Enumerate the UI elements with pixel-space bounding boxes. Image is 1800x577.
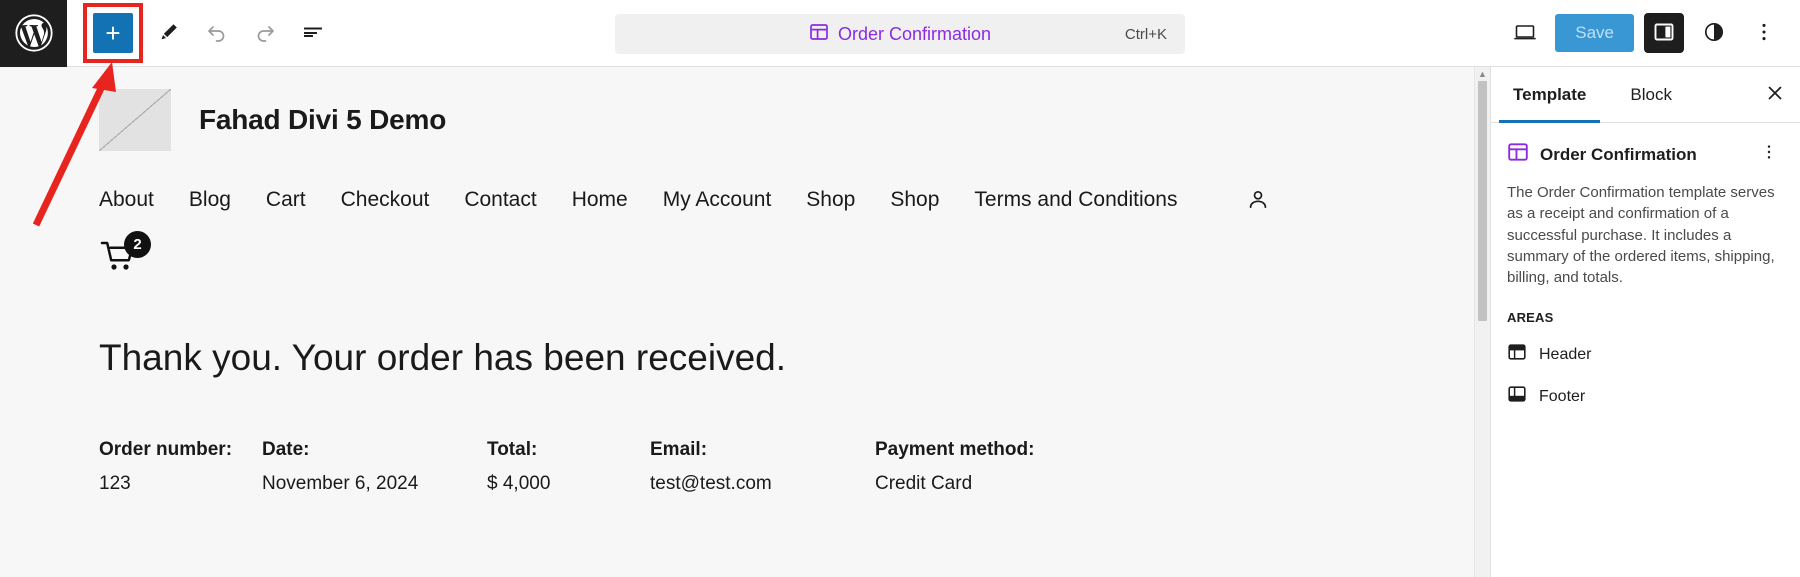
area-label-footer: Footer [1539, 387, 1586, 405]
settings-sidebar: Template Block Order Confirmation The Or… [1490, 67, 1800, 577]
area-item-header[interactable]: Header [1507, 342, 1784, 367]
sidebar-content: Order Confirmation The Order Confirmatio… [1491, 123, 1800, 409]
order-number-value: 123 [99, 473, 131, 494]
site-logo-placeholder-icon[interactable] [99, 89, 171, 151]
editor-body: Fahad Divi 5 Demo About Blog Cart Checko… [0, 67, 1800, 577]
order-date-label: Date: [262, 439, 310, 460]
order-email-label: Email: [650, 439, 708, 460]
edit-pencil-icon [157, 20, 181, 47]
add-block-highlight-annotation: + [83, 3, 143, 63]
template-icon [809, 22, 829, 47]
tab-template[interactable]: Template [1491, 67, 1608, 123]
command-bar-title: Order Confirmation [837, 23, 992, 44]
undo-icon [205, 20, 229, 47]
tab-block[interactable]: Block [1608, 67, 1694, 122]
nav-item-checkout[interactable]: Checkout [341, 188, 430, 212]
order-summary: Order number: 123 Date: November 6, 2024… [0, 439, 1474, 495]
template-description: The Order Confirmation template serves a… [1507, 184, 1775, 287]
add-block-button[interactable]: + [93, 13, 133, 53]
desktop-view-icon [1512, 19, 1538, 48]
close-sidebar-button[interactable] [1750, 67, 1800, 122]
template-icon [1507, 141, 1529, 168]
list-view-icon [300, 19, 326, 48]
nav-item-home[interactable]: Home [572, 188, 628, 212]
area-label-header: Header [1539, 345, 1592, 363]
toolbar-right-group: Save [1505, 13, 1800, 53]
order-detail-order-number: Order number: 123 [99, 439, 262, 495]
edit-mode-button[interactable] [147, 11, 191, 55]
nav-item-shop-2[interactable]: Shop [890, 188, 939, 212]
plus-icon: + [105, 18, 121, 48]
redo-icon [253, 20, 277, 47]
more-options-button[interactable] [1744, 13, 1784, 53]
cart-button[interactable]: 2 [99, 231, 151, 281]
order-email-value: test@test.com [650, 473, 772, 494]
editor-top-toolbar: + Order Confirmation Ctrl+K Save [0, 0, 1800, 67]
shopping-cart-icon [99, 241, 145, 281]
wordpress-logo-button[interactable] [0, 0, 67, 67]
nav-item-cart[interactable]: Cart [266, 188, 306, 212]
cart-count-badge: 2 [124, 231, 151, 258]
header-area-icon [1507, 342, 1527, 367]
order-received-heading[interactable]: Thank you. Your order has been received. [0, 337, 1474, 379]
site-branding: Fahad Divi 5 Demo [0, 89, 1474, 151]
settings-sidebar-toggle[interactable] [1644, 13, 1684, 53]
order-total-value: $ 4,000 [487, 473, 551, 494]
redo-button[interactable] [243, 11, 287, 55]
template-name: Order Confirmation [1540, 144, 1697, 164]
site-title[interactable]: Fahad Divi 5 Demo [199, 104, 446, 136]
nav-item-shop[interactable]: Shop [806, 188, 855, 212]
save-button[interactable]: Save [1555, 14, 1634, 52]
template-header-row: Order Confirmation [1507, 141, 1784, 168]
settings-sidebar-icon [1652, 20, 1676, 47]
nav-item-blog[interactable]: Blog [189, 188, 231, 212]
order-detail-email: Email: test@test.com [650, 439, 875, 495]
order-total-label: Total: [487, 439, 538, 460]
sidebar-tabs: Template Block [1491, 67, 1800, 123]
footer-area-icon [1507, 384, 1527, 409]
order-detail-date: Date: November 6, 2024 [262, 439, 487, 495]
template-actions-kebab-icon[interactable] [1754, 141, 1784, 168]
user-account-icon[interactable] [1245, 187, 1271, 213]
areas-section-label: AREAS [1507, 310, 1554, 326]
order-detail-payment-method: Payment method: Credit Card [875, 439, 1100, 495]
area-item-footer[interactable]: Footer [1507, 384, 1784, 409]
order-number-label: Order number: [99, 439, 233, 460]
order-payment-label: Payment method: [875, 439, 1035, 460]
scroll-up-arrow-icon[interactable]: ▲ [1478, 67, 1487, 79]
wordpress-site-editor: + Order Confirmation Ctrl+K Save Fahad D… [0, 0, 1800, 577]
nav-item-my-account[interactable]: My Account [663, 188, 772, 212]
styles-contrast-icon [1702, 20, 1726, 47]
nav-item-contact[interactable]: Contact [464, 188, 536, 212]
order-date-value: November 6, 2024 [262, 473, 419, 494]
nav-item-terms-and-conditions[interactable]: Terms and Conditions [974, 188, 1177, 212]
scrollbar-thumb[interactable] [1478, 81, 1487, 321]
close-icon [1765, 83, 1785, 106]
command-bar-shortcut: Ctrl+K [1124, 25, 1167, 43]
nav-item-about[interactable]: About [99, 188, 154, 212]
site-navigation: About Blog Cart Checkout Contact Home My… [0, 187, 1474, 213]
wordpress-logo-icon [14, 13, 54, 53]
command-bar[interactable]: Order Confirmation Ctrl+K [615, 14, 1185, 54]
toolbar-left-group: + [67, 3, 335, 63]
site-header-area: Fahad Divi 5 Demo About Blog Cart Checko… [0, 67, 1474, 279]
undo-button[interactable] [195, 11, 239, 55]
order-payment-value: Credit Card [875, 473, 973, 494]
cart-row: 2 [0, 231, 1474, 281]
editor-canvas[interactable]: Fahad Divi 5 Demo About Blog Cart Checko… [0, 67, 1474, 577]
order-detail-total: Total: $ 4,000 [487, 439, 650, 495]
more-options-icon [1753, 21, 1775, 46]
command-bar-center: Order Confirmation [629, 22, 1171, 47]
list-view-button[interactable] [291, 11, 335, 55]
styles-button[interactable] [1694, 13, 1734, 53]
device-preview-button[interactable] [1505, 13, 1545, 53]
canvas-scrollbar[interactable]: ▲ [1474, 67, 1490, 577]
